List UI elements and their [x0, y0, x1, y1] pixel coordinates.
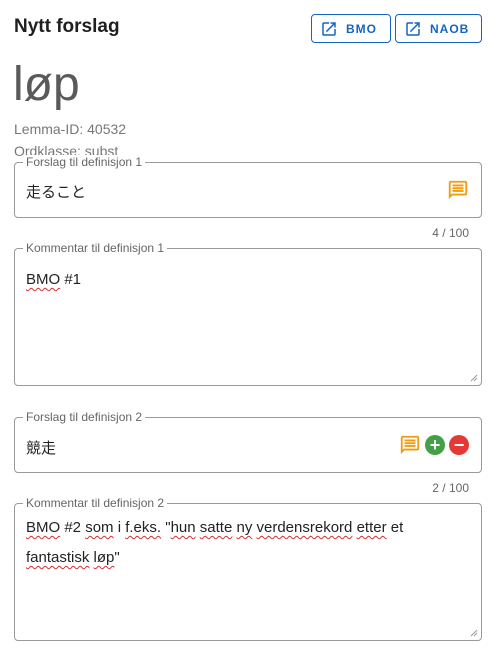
- comment-1-label: Kommentar til definisjon 1: [23, 241, 168, 255]
- definition-2-field[interactable]: Forslag til definisjon 2 競走 + −: [14, 410, 482, 473]
- comment-icon[interactable]: [399, 434, 421, 456]
- definition-1-label: Forslag til definisjon 1: [23, 155, 146, 169]
- comment-2-label: Kommentar til definisjon 2: [23, 496, 168, 510]
- definition-1-counter: 4 / 100: [432, 226, 469, 240]
- resize-handle-icon[interactable]: [470, 374, 478, 382]
- comment-2-textarea[interactable]: BMO #2 som i f.eks. "hun satte ny verden…: [26, 513, 451, 573]
- resize-handle-icon[interactable]: [470, 629, 478, 637]
- definition-2-counter: 2 / 100: [432, 481, 469, 495]
- bmo-button[interactable]: BMO: [311, 14, 391, 43]
- remove-circle-icon[interactable]: −: [449, 435, 469, 455]
- open-in-new-icon: [406, 21, 420, 36]
- definition-2-label: Forslag til definisjon 2: [23, 410, 146, 424]
- header: Nytt forslag BMO NAOB: [14, 14, 482, 44]
- definition-1-input[interactable]: 走ること: [26, 181, 86, 202]
- comment-1-field[interactable]: Kommentar til definisjon 1 BMO #1: [14, 241, 482, 386]
- comment-1-textarea[interactable]: BMO #1: [26, 265, 81, 295]
- definition-2-input[interactable]: 競走: [26, 437, 56, 458]
- add-circle-icon[interactable]: +: [425, 435, 445, 455]
- lemma-id: Lemma-ID: 40532: [14, 121, 127, 137]
- comment-2-field[interactable]: Kommentar til definisjon 2 BMO #2 som i …: [14, 496, 482, 641]
- open-in-new-icon: [322, 21, 336, 36]
- naob-button[interactable]: NAOB: [395, 14, 482, 43]
- naob-button-label: NAOB: [430, 21, 470, 36]
- lemma-word: løp: [13, 58, 80, 111]
- comment-icon[interactable]: [447, 179, 469, 201]
- bmo-button-label: BMO: [346, 21, 377, 36]
- page-title: Nytt forslag: [14, 16, 120, 37]
- definition-1-field[interactable]: Forslag til definisjon 1 走ること: [14, 155, 482, 218]
